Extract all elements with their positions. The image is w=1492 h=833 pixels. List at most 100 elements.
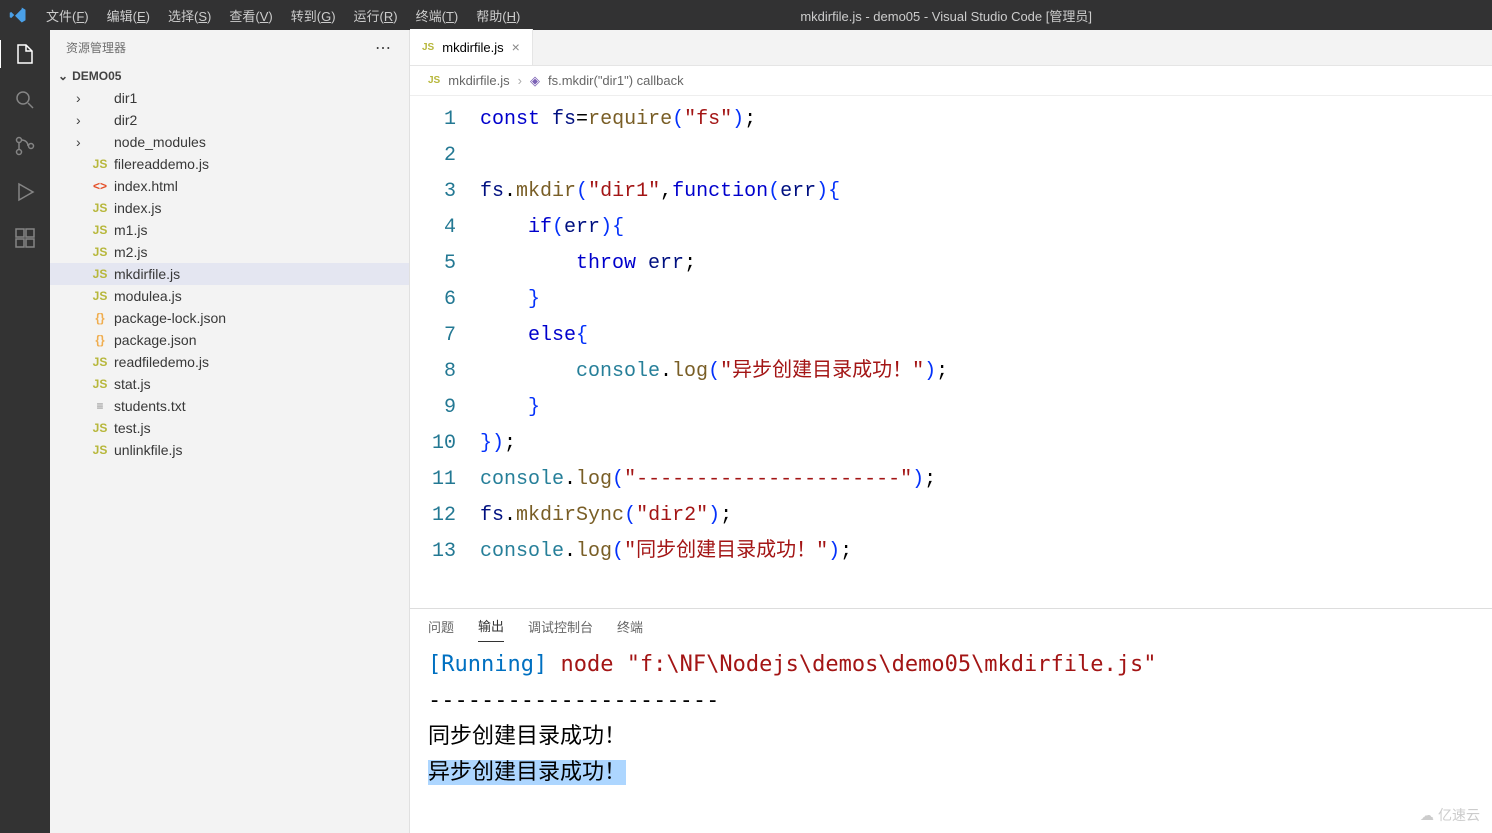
tree-file[interactable]: JSm1.js (50, 219, 409, 241)
code-text: } (480, 282, 540, 318)
code-text: console.log("同步创建目录成功！"); (480, 534, 852, 570)
tree-file[interactable]: JSstat.js (50, 373, 409, 395)
menu-item[interactable]: 运行(R) (346, 2, 406, 29)
menu-item[interactable]: 帮助(H) (468, 2, 528, 29)
search-icon[interactable] (11, 86, 39, 114)
explorer-icon[interactable] (0, 40, 49, 68)
tree-file[interactable]: JSm2.js (50, 241, 409, 263)
panel-tab[interactable]: 输出 (478, 610, 504, 642)
breadcrumb-symbol: fs.mkdir("dir1") callback (548, 73, 684, 88)
tree-file[interactable]: JSindex.js (50, 197, 409, 219)
tree-file[interactable]: {}package-lock.json (50, 307, 409, 329)
menu-item[interactable]: 文件(F) (38, 2, 97, 29)
tree-item-label: students.txt (114, 398, 186, 414)
menu-item[interactable]: 查看(V) (221, 2, 280, 29)
line-number: 9 (410, 390, 480, 426)
js-file-icon: JS (90, 377, 110, 391)
cloud-icon: ☁ (1420, 807, 1434, 824)
code-text: fs.mkdirSync("dir2"); (480, 498, 732, 534)
tree-file[interactable]: ≡students.txt (50, 395, 409, 417)
tree-file[interactable]: JS readfiledemo.js (50, 351, 409, 373)
tree-item-label: dir1 (114, 90, 137, 106)
close-icon[interactable]: × (512, 39, 520, 55)
output-line: 同步创建目录成功！ (428, 719, 1474, 755)
editor-area: JS mkdirfile.js × JS mkdirfile.js › ◈ fs… (410, 30, 1492, 833)
chevron-right-icon: › (76, 90, 90, 106)
panel-tab[interactable]: 调试控制台 (528, 611, 593, 642)
code-line: 8 console.log("异步创建目录成功！"); (410, 354, 1492, 390)
menu-item[interactable]: 编辑(E) (99, 2, 158, 29)
js-file-icon: JS (90, 355, 110, 369)
code-text: fs.mkdir("dir1",function(err){ (480, 174, 840, 210)
output-running-label: [Running] (428, 652, 547, 677)
tree-file[interactable]: <>index.html (50, 175, 409, 197)
editor-tabs: JS mkdirfile.js × (410, 30, 1492, 66)
code-line: 6 } (410, 282, 1492, 318)
chevron-right-icon: › (76, 134, 90, 150)
line-number: 13 (410, 534, 480, 570)
tree-folder[interactable]: › dir2 (50, 109, 409, 131)
tree-item-label: m2.js (114, 244, 147, 260)
chevron-down-icon: ⌄ (58, 69, 68, 83)
code-line: 5 throw err; (410, 246, 1492, 282)
tree-file[interactable]: JStest.js (50, 417, 409, 439)
tree-item-label: readfiledemo.js (114, 354, 209, 370)
code-line: 7 else{ (410, 318, 1492, 354)
bottom-panel: 问题输出调试控制台终端 [Running] node "f:\NF\Nodejs… (410, 608, 1492, 833)
menu-bar: 文件(F)编辑(E)选择(S)查看(V)转到(G)运行(R)终端(T)帮助(H) (38, 2, 528, 29)
tree-file[interactable]: JSunlinkfile.js (50, 439, 409, 461)
code-editor[interactable]: 1const fs=require("fs");23fs.mkdir("dir1… (410, 96, 1492, 608)
tree-file[interactable]: {}package.json (50, 329, 409, 351)
tree-item-label: dir2 (114, 112, 137, 128)
watermark: ☁ 亿速云 (1420, 805, 1480, 825)
more-actions-icon[interactable]: ⋯ (375, 38, 393, 58)
line-number: 6 (410, 282, 480, 318)
code-line: 13console.log("同步创建目录成功！"); (410, 534, 1492, 570)
code-text: console.log("异步创建目录成功！"); (480, 354, 948, 390)
chevron-right-icon: › (76, 112, 90, 128)
menu-item[interactable]: 选择(S) (160, 2, 219, 29)
sidebar-explorer: 资源管理器 ⋯ ⌄ DEMO05 ›dir1›dir2›node_modules… (50, 30, 410, 833)
tree-file[interactable]: JSmodulea.js (50, 285, 409, 307)
panel-tab[interactable]: 问题 (428, 611, 454, 642)
js-file-icon: JS (90, 421, 110, 435)
tree-item-label: index.html (114, 178, 178, 194)
editor-tab[interactable]: JS mkdirfile.js × (410, 29, 533, 65)
line-number: 7 (410, 318, 480, 354)
run-debug-icon[interactable] (11, 178, 39, 206)
menu-item[interactable]: 终端(T) (408, 2, 467, 29)
js-file-icon: JS (90, 157, 110, 171)
tab-label: mkdirfile.js (442, 40, 503, 55)
extensions-icon[interactable] (11, 224, 39, 252)
menu-item[interactable]: 转到(G) (283, 2, 344, 29)
code-text: }); (480, 426, 516, 462)
code-line: 1const fs=require("fs"); (410, 102, 1492, 138)
code-line: 9 } (410, 390, 1492, 426)
output-line: 异步创建目录成功！ (428, 755, 1474, 791)
file-tree: › dir1 › dir2 ›node_modulesJSfilereaddemo.js… (50, 87, 409, 461)
code-line: 10}); (410, 426, 1492, 462)
breadcrumb-sep: › (518, 73, 522, 88)
panel-tab[interactable]: 终端 (617, 611, 643, 642)
code-line: 11console.log("----------------------"); (410, 462, 1492, 498)
breadcrumb[interactable]: JS mkdirfile.js › ◈ fs.mkdir("dir1") cal… (410, 66, 1492, 96)
tree-item-label: index.js (114, 200, 161, 216)
project-root[interactable]: ⌄ DEMO05 (50, 65, 409, 87)
output-body[interactable]: [Running] node "f:\NF\Nodejs\demos\demo0… (410, 643, 1492, 833)
js-file-icon: JS (422, 42, 434, 53)
tree-item-label: package-lock.json (114, 310, 226, 326)
tree-folder[interactable]: › dir1 (50, 87, 409, 109)
json-file-icon: {} (90, 333, 110, 347)
code-line: 3fs.mkdir("dir1",function(err){ (410, 174, 1492, 210)
tree-file[interactable]: JSfilereaddemo.js (50, 153, 409, 175)
js-file-icon: JS (90, 267, 110, 281)
tree-item-label: modulea.js (114, 288, 182, 304)
line-number: 12 (410, 498, 480, 534)
tree-file[interactable]: JSmkdirfile.js (50, 263, 409, 285)
tree-folder[interactable]: ›node_modules (50, 131, 409, 153)
panel-tabs: 问题输出调试控制台终端 (410, 609, 1492, 643)
activity-bar (0, 30, 50, 833)
code-line: 12fs.mkdirSync("dir2"); (410, 498, 1492, 534)
line-number: 10 (410, 426, 480, 462)
source-control-icon[interactable] (11, 132, 39, 160)
